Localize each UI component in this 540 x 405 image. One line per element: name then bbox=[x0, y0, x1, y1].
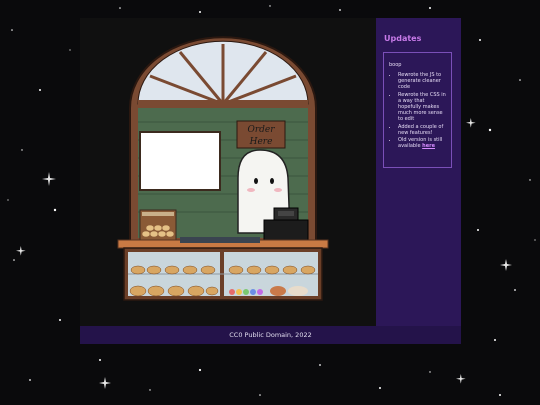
list-item-text: Old version is still available bbox=[398, 137, 443, 150]
menu-board bbox=[139, 131, 221, 191]
page-container: Order Here Updates boop • Rewrote the JS… bbox=[80, 18, 461, 344]
updates-box: boop Rewrote the JS to generate cleaner … bbox=[383, 52, 452, 168]
updates-list: Rewrote the JS to generate cleaner code … bbox=[384, 72, 453, 150]
order-sign-line-1: Order bbox=[247, 125, 275, 135]
footer: CC0 Public Domain, 2022 bbox=[80, 326, 461, 344]
list-item-text: Added a couple of new features! bbox=[398, 123, 444, 136]
updates-heading: boop bbox=[389, 62, 402, 68]
updates-title: Updates bbox=[384, 34, 422, 43]
list-item: Old version is still available here bbox=[398, 137, 449, 149]
list-item: Added a couple of new features! bbox=[398, 124, 449, 136]
bakery-scene: Order Here bbox=[117, 36, 329, 301]
list-item-text: Rewrote the JS to generate cleaner code bbox=[398, 72, 442, 91]
bakery-stage: Order Here bbox=[80, 18, 376, 326]
list-item: Rewrote the JS to generate cleaner code bbox=[398, 72, 449, 91]
list-item-text: Rewrote the CSS in a way that hopefully … bbox=[398, 91, 446, 123]
updates-sidebar: Updates boop Rewrote the JS to generate … bbox=[376, 18, 461, 326]
list-item: Rewrote the CSS in a way that hopefully … bbox=[398, 92, 449, 123]
order-sign-line-2: Here bbox=[249, 137, 273, 147]
cash-register bbox=[263, 219, 309, 243]
old-version-link[interactable]: here bbox=[422, 143, 435, 149]
